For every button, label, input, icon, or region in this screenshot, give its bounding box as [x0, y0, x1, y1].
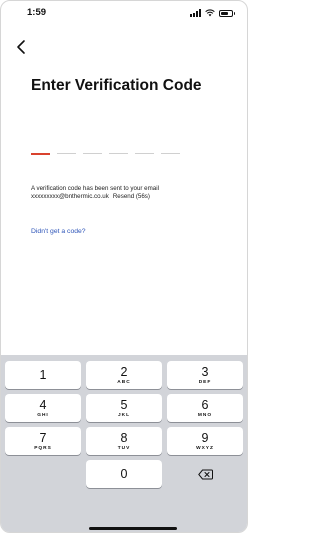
message-line: A verification code has been sent to you…	[31, 185, 159, 192]
chevron-left-icon[interactable]	[15, 39, 29, 55]
page-title: Enter Verification Code	[31, 77, 202, 94]
code-slot-2[interactable]	[57, 153, 76, 154]
key-6[interactable]: 6 MNO	[167, 394, 243, 422]
key-5[interactable]: 5 JKL	[86, 394, 162, 422]
status-icons	[190, 9, 235, 17]
key-2[interactable]: 2 ABC	[86, 361, 162, 389]
numeric-keypad: 1 2 ABC 3 DEF 4 GHI 5 JKL 6 MNO 7 PQRS 8 TUV 9W…	[1, 355, 247, 532]
code-slot-6[interactable]	[161, 153, 180, 154]
resend-countdown[interactable]: Resend (56s)	[113, 193, 150, 200]
key-1[interactable]: 1	[5, 361, 81, 389]
key-8[interactable]: 8 TUV	[86, 427, 162, 455]
signal-bars-icon	[190, 9, 201, 17]
status-bar: 1:59	[1, 1, 247, 27]
email-text: xxxxxxxxx@bnthermic.co.uk	[31, 193, 109, 200]
code-slot-3[interactable]	[83, 153, 102, 154]
key-4[interactable]: 4 GHI	[5, 394, 81, 422]
key-0[interactable]: 0	[86, 460, 162, 488]
code-slot-1[interactable]	[31, 153, 50, 155]
code-input[interactable]	[31, 153, 180, 155]
code-slot-5[interactable]	[135, 153, 154, 154]
delete-key[interactable]	[167, 460, 243, 488]
wifi-icon	[205, 9, 215, 17]
home-indicator[interactable]	[89, 527, 177, 530]
code-slot-4[interactable]	[109, 153, 128, 154]
key-3[interactable]: 3 DEF	[167, 361, 243, 389]
keypad-blank	[5, 460, 81, 488]
phone-screen: 1:59 Enter Verification Code A verificat…	[0, 0, 248, 533]
backspace-icon	[197, 469, 213, 479]
verification-message: A verification code has been sent to you…	[31, 185, 236, 201]
key-9[interactable]: 9 WXYZ	[167, 427, 243, 455]
status-time: 1:59	[27, 7, 47, 18]
battery-icon	[219, 9, 235, 17]
key-7[interactable]: 7 PQRS	[5, 427, 81, 455]
didnt-get-code-link[interactable]: Didn't get a code?	[31, 228, 86, 235]
